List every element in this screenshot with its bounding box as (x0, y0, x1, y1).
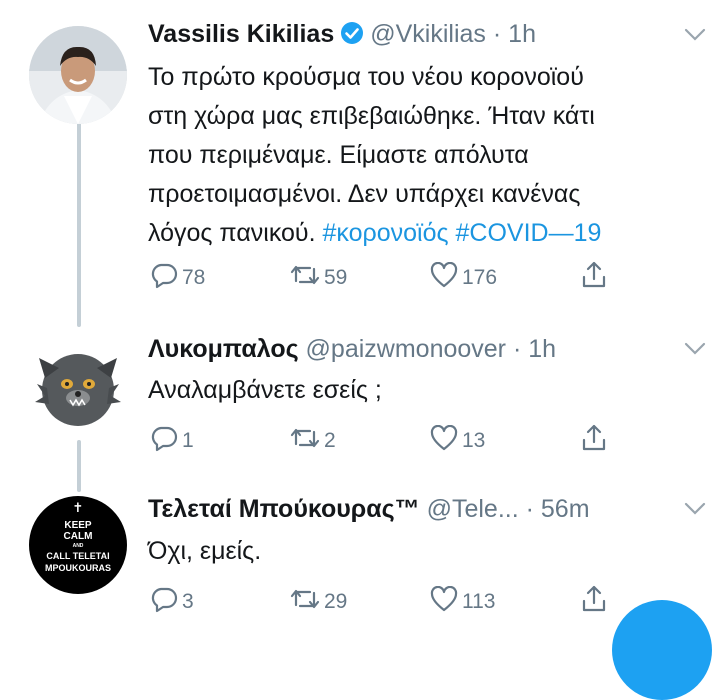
timestamp[interactable]: · 1h (513, 335, 556, 363)
like-button[interactable]: 113 (430, 585, 580, 618)
tweet-text: Όχι, εμείς. (148, 532, 261, 571)
text-line: λόγος πανικού. #κορονοϊός #COVID—19 (148, 214, 601, 253)
share-icon (580, 423, 612, 459)
reply-count: 78 (182, 266, 206, 289)
cross-icon: ✝ (72, 500, 84, 515)
reply-button[interactable]: 3 (150, 585, 290, 619)
hashtag-link[interactable]: #COVID—19 (456, 219, 602, 247)
tweet-text: Αναλαμβάνετε εσείς ; (148, 371, 382, 410)
reply-button[interactable]: 1 (150, 424, 290, 458)
thread-line (77, 440, 81, 492)
action-bar: 78 59 176 (150, 260, 612, 296)
action-bar: 1 2 13 (150, 423, 612, 459)
reply-icon (150, 424, 182, 458)
display-name[interactable]: Τελεταί Μπούκουρας™ (148, 495, 420, 523)
thread-line (77, 112, 81, 327)
display-name[interactable]: Λυκομπαλος (148, 335, 299, 363)
retweet-count: 29 (324, 590, 348, 613)
like-count: 176 (462, 266, 498, 289)
like-icon (430, 424, 462, 457)
verified-badge-icon (340, 21, 364, 52)
handle[interactable]: @Tele... (427, 495, 519, 523)
text-line: Αναλαμβάνετε εσείς ; (148, 376, 382, 404)
like-button[interactable]: 13 (430, 424, 580, 457)
chevron-down-icon[interactable] (684, 28, 706, 47)
share-icon (580, 584, 612, 620)
tweet-header: Λυκομπαλος @paizwmonoover · 1h (148, 335, 556, 364)
share-button[interactable] (580, 260, 612, 296)
text-line: που περιμέναμε. Είμαστε απόλυτα (148, 141, 529, 169)
reply-icon (150, 585, 182, 619)
reply-button[interactable]: 78 (150, 261, 290, 295)
avatar-text: AND (72, 543, 84, 549)
text-line: προετοιμασμένοι. Δεν υπάρχει κανένας (148, 180, 581, 208)
text-line: Το πρώτο κρούσμα του νέου κορονοϊού (148, 63, 584, 91)
text-line: στη χώρα μας επιβεβαιώθηκε. Ήταν κάτι (148, 102, 595, 130)
timestamp[interactable]: · 1h (493, 20, 536, 48)
avatar[interactable] (29, 338, 127, 436)
reply-count: 3 (182, 590, 194, 613)
retweet-button[interactable]: 59 (290, 262, 430, 294)
compose-tweet-button[interactable] (612, 600, 712, 700)
avatar-text: CALL TELETAI (46, 551, 110, 561)
avatar[interactable]: ✝ KEEP CALM AND CALL TELETAI MPOUKOURAS (29, 496, 127, 594)
like-icon (430, 585, 462, 618)
retweet-button[interactable]: 29 (290, 586, 430, 618)
avatar[interactable] (29, 26, 127, 124)
retweet-icon (290, 425, 324, 457)
text-line: Όχι, εμείς. (148, 537, 262, 565)
text-segment: λόγος πανικού. (148, 219, 316, 247)
retweet-count: 2 (324, 429, 336, 452)
timestamp[interactable]: · 56m (526, 495, 590, 523)
display-name[interactable]: Vassilis Kikilias (148, 20, 334, 48)
action-bar: 3 29 113 (150, 584, 612, 620)
like-count: 13 (462, 429, 486, 452)
like-icon (430, 261, 462, 294)
tweet-text: Το πρώτο κρούσμα του νέου κορονοϊού στη … (148, 58, 601, 253)
avatar-text: KEEP (64, 520, 92, 531)
retweet-icon (290, 262, 324, 294)
like-count: 113 (462, 590, 496, 613)
hashtag-link[interactable]: #κορονοϊός (323, 219, 449, 247)
tweet-header: Τελεταί Μπούκουρας™ @Tele... · 56m (148, 495, 590, 524)
share-button[interactable] (580, 423, 612, 459)
like-button[interactable]: 176 (430, 261, 580, 294)
avatar-text: CALM (63, 531, 93, 542)
share-button[interactable] (580, 584, 612, 620)
retweet-icon (290, 586, 324, 618)
chevron-down-icon[interactable] (684, 342, 706, 361)
chevron-down-icon[interactable] (684, 502, 706, 521)
retweet-button[interactable]: 2 (290, 425, 430, 457)
handle[interactable]: @paizwmonoover (306, 335, 506, 363)
retweet-count: 59 (324, 266, 348, 289)
tweet-header: Vassilis Kikilias @Vkikilias · 1h (148, 20, 536, 52)
reply-icon (150, 261, 182, 295)
avatar-text: MPOUKOURAS (44, 563, 111, 573)
reply-count: 1 (182, 429, 194, 452)
share-icon (580, 260, 612, 296)
handle[interactable]: @Vkikilias (370, 20, 486, 48)
